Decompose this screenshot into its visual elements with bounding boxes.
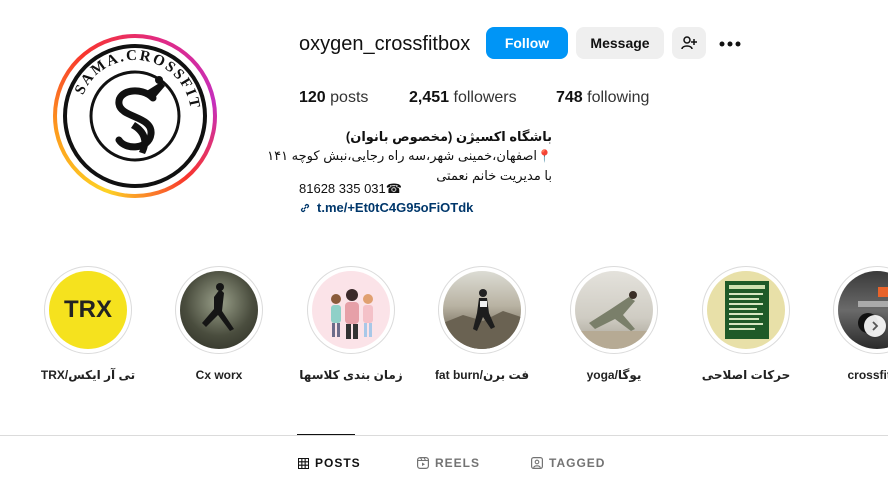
highlight-schedule[interactable]: زمان بندی کلاسها bbox=[296, 266, 406, 382]
highlight-label: yoga/یوگا bbox=[586, 368, 642, 382]
username: oxygen_crossfitbox bbox=[299, 33, 471, 55]
logo-text: SAMA.CROSSFIT bbox=[72, 48, 201, 111]
sama-crossfit-logo: SAMA.CROSSFIT bbox=[63, 44, 207, 188]
highlight-thumbnail bbox=[707, 271, 785, 349]
highlight-trx[interactable]: TRX TRX/تی آر ایکس bbox=[33, 266, 143, 382]
person-add-icon bbox=[681, 36, 697, 50]
highlight-fat-burn[interactable]: fat burn/فت برن bbox=[427, 266, 537, 382]
highlights-next-button[interactable] bbox=[864, 315, 886, 337]
more-options-button[interactable] bbox=[716, 30, 744, 58]
followers-link[interactable]: 2,451 followers bbox=[409, 89, 517, 107]
highlight-label: حرکات اصلاحی bbox=[701, 368, 791, 382]
tab-reels[interactable]: REELS bbox=[417, 456, 480, 470]
message-button[interactable]: Message bbox=[576, 27, 664, 59]
bio-link[interactable]: t.me/+Et0tC4G95oFiOTdk bbox=[299, 200, 473, 215]
highlight-label: fat burn/فت برن bbox=[434, 368, 530, 382]
highlight-label: crossfit/ک bbox=[847, 368, 888, 382]
highlight-cx-worx[interactable]: Cx worx bbox=[164, 266, 274, 382]
tab-posts[interactable]: POSTS bbox=[298, 456, 361, 470]
chevron-right-icon bbox=[872, 321, 879, 331]
posts-label: posts bbox=[330, 89, 369, 106]
bio-name: باشگاه اکسیژن (مخصوص بانوان) bbox=[345, 129, 552, 144]
tab-reels-label: REELS bbox=[435, 456, 481, 470]
tab-posts-label: POSTS bbox=[315, 456, 361, 470]
bio-link-text: t.me/+Et0tC4G95oFiOTdk bbox=[317, 200, 474, 215]
bio-phone: 81628 335 031☎ bbox=[299, 181, 402, 196]
following-link[interactable]: 748 following bbox=[556, 89, 649, 107]
highlight-yoga[interactable]: yoga/یوگا bbox=[559, 266, 669, 382]
following-label: following bbox=[587, 89, 650, 106]
highlight-thumbnail bbox=[838, 271, 888, 349]
highlight-label: Cx worx bbox=[195, 368, 243, 382]
tagged-icon bbox=[531, 457, 543, 469]
suggested-accounts-button[interactable] bbox=[672, 27, 706, 59]
following-number: 748 bbox=[556, 89, 583, 106]
svg-text:SAMA.CROSSFIT: SAMA.CROSSFIT bbox=[72, 48, 203, 111]
highlight-thumbnail bbox=[180, 271, 258, 349]
pin-icon: 📍 bbox=[537, 149, 552, 163]
grid-icon bbox=[298, 457, 309, 469]
more-horizontal-icon bbox=[719, 41, 741, 47]
reels-icon bbox=[417, 457, 429, 469]
followers-number: 2,451 bbox=[409, 89, 450, 106]
posts-count: 120 posts bbox=[299, 89, 368, 107]
tab-tagged[interactable]: TAGGED bbox=[531, 456, 605, 470]
highlight-corrective[interactable]: حرکات اصلاحی bbox=[691, 266, 801, 382]
link-icon bbox=[300, 203, 310, 212]
bio-address: اصفهان،خمینی شهر،سه راه رجایی،نبش کوچه ۱… bbox=[267, 148, 538, 163]
followers-label: followers bbox=[453, 89, 517, 106]
active-tab-indicator bbox=[297, 434, 355, 435]
highlight-label: TRX/تی آر ایکس bbox=[40, 368, 136, 382]
follow-button[interactable]: Follow bbox=[486, 27, 568, 59]
posts-number: 120 bbox=[299, 89, 326, 106]
profile-avatar[interactable]: SAMA.CROSSFIT bbox=[53, 34, 217, 198]
tab-tagged-label: TAGGED bbox=[549, 456, 606, 470]
highlight-thumbnail bbox=[312, 271, 390, 349]
bio-address-line: 📍اصفهان،خمینی شهر،سه راه رجایی،نبش کوچه … bbox=[232, 146, 552, 166]
trx-logo-text: TRX bbox=[64, 296, 112, 323]
tabs-divider bbox=[0, 435, 888, 436]
highlight-thumbnail bbox=[575, 271, 653, 349]
highlight-thumbnail bbox=[443, 271, 521, 349]
bio: باشگاه اکسیژن (مخصوص بانوان) 📍اصفهان،خمی… bbox=[232, 127, 552, 185]
highlight-label: زمان بندی کلاسها bbox=[299, 368, 403, 382]
